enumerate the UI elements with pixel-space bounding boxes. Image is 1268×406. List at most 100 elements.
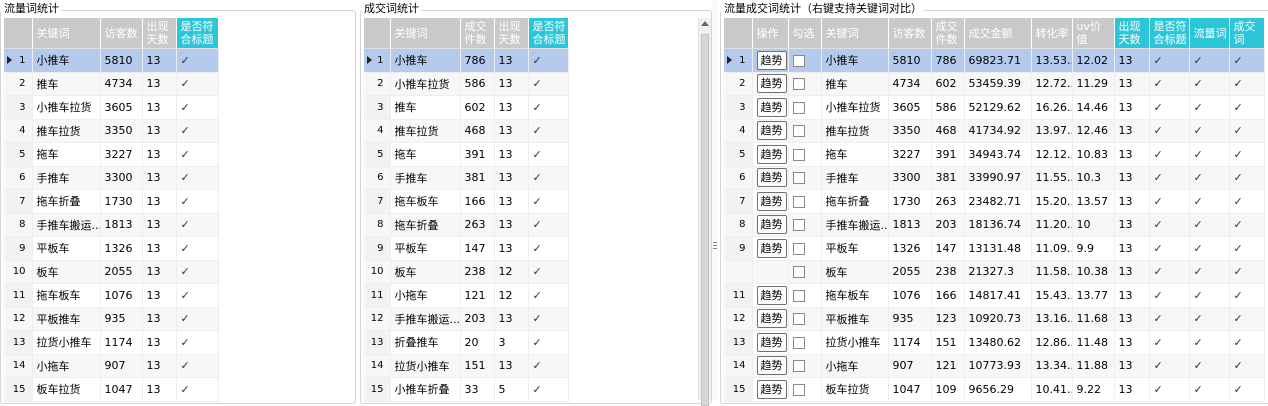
trend-button[interactable]: 趋势 <box>756 50 787 70</box>
table-row[interactable]: 5 拖车 391 13 ✓ <box>364 142 694 167</box>
row-checkbox[interactable] <box>792 289 805 302</box>
row-header[interactable]: 11 <box>724 283 753 308</box>
col-header-traffic-word[interactable]: 流量词 <box>1189 18 1230 49</box>
row-header[interactable]: 6 <box>4 166 33 190</box>
col-header-visitors[interactable]: 访客数 <box>888 18 932 49</box>
table-row[interactable]: 10 板车 238 12 ✓ <box>364 260 694 284</box>
table-row[interactable]: 5趋势拖车322739134943.7412.12...10.8313✓✓✓ <box>724 142 1265 167</box>
deal-keyword-grid[interactable]: 关键词 成交件数 出现天数 是否符合标题 1 小推车 786 13 ✓ 2 小推车拉货 586… <box>364 18 694 402</box>
row-header[interactable]: 7 <box>364 189 391 214</box>
table-row[interactable]: 8 手推车搬运... 1813 13 ✓ <box>4 213 344 237</box>
row-checkbox[interactable] <box>792 266 805 279</box>
row-header[interactable]: 6 <box>724 166 753 190</box>
table-row[interactable]: 13 折叠推车 20 3 ✓ <box>364 330 694 355</box>
row-header[interactable]: 10 <box>364 260 391 284</box>
table-row[interactable]: 14 小拖车 907 13 ✓ <box>4 354 344 378</box>
col-header-match-title[interactable]: 是否符合标题 <box>528 18 569 49</box>
col-header-conversion[interactable]: 转化率 <box>1031 18 1073 49</box>
col-header-visitors[interactable]: 访客数 <box>100 18 143 49</box>
row-checkbox[interactable] <box>792 54 805 67</box>
row-header[interactable]: 13 <box>364 330 391 355</box>
trend-button[interactable]: 趋势 <box>756 379 787 399</box>
row-header[interactable]: 15 <box>364 377 391 402</box>
row-header[interactable]: 11 <box>4 283 33 308</box>
row-checkbox[interactable] <box>792 313 805 326</box>
col-header-deal-amount[interactable]: 成交金额 <box>964 18 1032 49</box>
table-row[interactable]: 7 拖车折叠 1730 13 ✓ <box>4 189 344 214</box>
row-checkbox[interactable] <box>792 101 805 114</box>
row-header[interactable]: 9 <box>724 236 753 261</box>
col-header-deal-word[interactable]: 成交词 <box>1229 18 1265 49</box>
table-row[interactable]: 板车205523821327.311.58...10.3813✓✓✓ <box>724 260 1265 284</box>
row-header[interactable]: 14 <box>724 354 753 378</box>
row-header[interactable]: 14 <box>4 354 33 378</box>
row-header[interactable]: 5 <box>4 142 33 167</box>
table-row[interactable]: 4 推车拉货 3350 13 ✓ <box>4 119 344 143</box>
trend-button[interactable]: 趋势 <box>756 285 787 305</box>
table-row[interactable]: 15趋势板车拉货10471099656.2910.41...9.2213✓✓✓ <box>724 377 1265 402</box>
row-header[interactable]: 13 <box>4 330 33 355</box>
row-header[interactable]: 7 <box>724 189 753 214</box>
trend-button[interactable]: 趋势 <box>756 121 787 141</box>
table-row[interactable]: 3趋势小推车拉货360558652129.6216.26...14.4613✓✓… <box>724 95 1265 120</box>
trend-button[interactable]: 趋势 <box>756 356 787 376</box>
col-header-deal-qty[interactable]: 成交件数 <box>460 18 495 49</box>
row-header[interactable]: 15 <box>4 377 33 402</box>
table-row[interactable]: 2 小推车拉货 586 13 ✓ <box>364 72 694 96</box>
col-header-keyword[interactable]: 关键词 <box>390 18 461 49</box>
row-header[interactable]: 4 <box>4 119 33 143</box>
row-checkbox[interactable] <box>792 148 805 161</box>
col-header-uv-value[interactable]: uv价值 <box>1072 18 1115 49</box>
row-checkbox[interactable] <box>792 125 805 138</box>
table-row[interactable]: 6 手推车 3300 13 ✓ <box>4 166 344 190</box>
scrollbar-thumb[interactable] <box>701 34 709 406</box>
col-header-days[interactable]: 出现天数 <box>1114 18 1150 49</box>
row-checkbox[interactable] <box>792 242 805 255</box>
trend-button[interactable]: 趋势 <box>756 238 787 258</box>
table-row[interactable]: 11 小拖车 121 12 ✓ <box>364 283 694 308</box>
row-header[interactable]: 5 <box>724 142 753 167</box>
table-row[interactable]: 8趋势手推车搬运...181320318136.7411.20...1013✓✓… <box>724 213 1265 237</box>
table-row[interactable]: 5 拖车 3227 13 ✓ <box>4 142 344 167</box>
traffic-keyword-grid[interactable]: 关键词 访客数 出现天数 是否符合标题 1 小推车 5810 13 ✓ 2 推车 4734 13… <box>4 18 344 402</box>
table-row[interactable]: 4 推车拉货 468 13 ✓ <box>364 119 694 143</box>
table-row[interactable]: 12趋势平板推车93512310920.7313.16...11.6813✓✓✓ <box>724 307 1265 331</box>
row-header[interactable]: 1 <box>4 48 33 73</box>
table-row[interactable]: 9趋势平板车132614713131.4811.09...9.913✓✓✓ <box>724 236 1265 261</box>
panel-splitter[interactable] <box>712 0 718 400</box>
traffic-deal-grid[interactable]: 操作 勾选 关键词 访客数 成交件数 成交金额 转化率 uv价值 出现天数 是否… <box>724 18 1265 402</box>
row-header[interactable]: 3 <box>4 95 33 120</box>
row-header[interactable]: 8 <box>724 213 753 237</box>
table-row[interactable]: 15 小推车折叠 33 5 ✓ <box>364 377 694 402</box>
table-row[interactable]: 14趋势小拖车90712110773.9313.34...11.8813✓✓✓ <box>724 354 1265 378</box>
table-row[interactable]: 6趋势手推车330038133990.9711.55...10.313✓✓✓ <box>724 166 1265 190</box>
row-header[interactable]: 9 <box>4 236 33 261</box>
row-header[interactable]: 10 <box>4 260 33 284</box>
table-row[interactable]: 6 手推车 381 13 ✓ <box>364 166 694 190</box>
row-checkbox[interactable] <box>792 219 805 232</box>
row-header[interactable]: 2 <box>4 72 33 96</box>
row-header[interactable]: 4 <box>724 119 753 143</box>
row-header[interactable]: 8 <box>364 213 391 237</box>
row-header[interactable]: 1 <box>364 48 391 73</box>
table-row[interactable]: 1 小推车 786 13 ✓ <box>364 48 694 73</box>
table-row[interactable]: 12 平板推车 935 13 ✓ <box>4 307 344 331</box>
row-header[interactable]: 7 <box>4 189 33 214</box>
trend-button[interactable]: 趋势 <box>756 332 787 352</box>
col-header-action[interactable]: 操作 <box>752 18 789 49</box>
row-header[interactable]: 3 <box>364 95 391 120</box>
row-header[interactable]: 2 <box>364 72 391 96</box>
row-header[interactable]: 9 <box>364 236 391 261</box>
table-row[interactable]: 11 拖车板车 1076 13 ✓ <box>4 283 344 308</box>
row-header[interactable]: 12 <box>724 307 753 331</box>
trend-button[interactable]: 趋势 <box>756 309 787 329</box>
trend-button[interactable]: 趋势 <box>756 144 787 164</box>
table-row[interactable]: 4趋势推车拉货335046841734.9213.97...12.4613✓✓✓ <box>724 119 1265 143</box>
table-row[interactable]: 7趋势拖车折叠173026323482.7115.20...13.5713✓✓✓ <box>724 189 1265 214</box>
table-row[interactable]: 8 拖车折叠 263 13 ✓ <box>364 213 694 237</box>
scroll-up-arrow-icon[interactable] <box>701 21 709 26</box>
table-row[interactable]: 1趋势小推车581078669823.7113.53...12.0213✓✓✓ <box>724 48 1265 73</box>
row-header[interactable]: 11 <box>364 283 391 308</box>
row-header[interactable]: 15 <box>724 377 753 402</box>
row-header[interactable]: 5 <box>364 142 391 167</box>
